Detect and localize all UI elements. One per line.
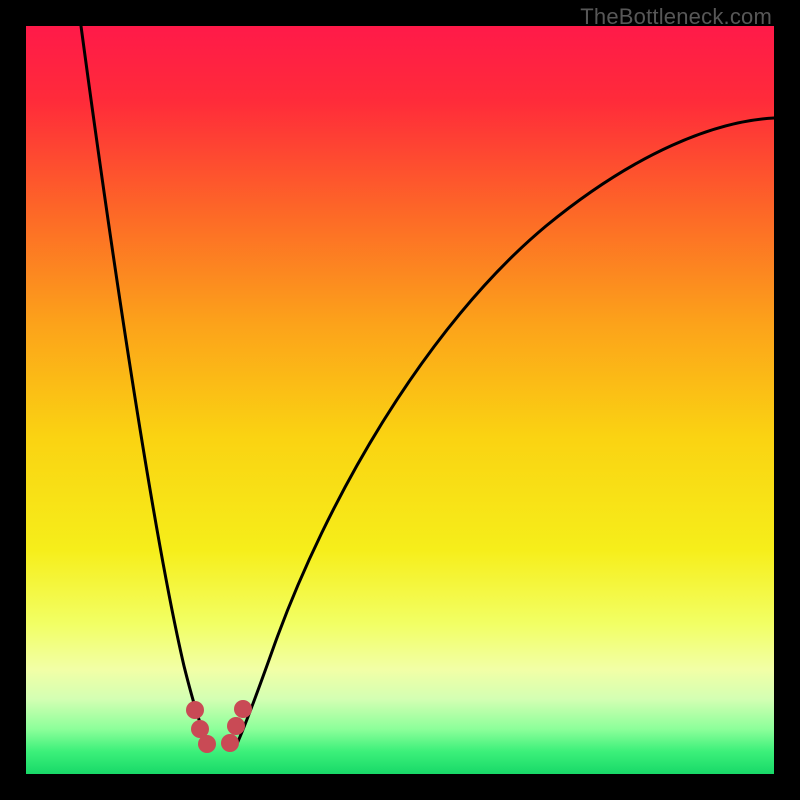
chart-area <box>26 26 774 774</box>
marker-dot <box>234 700 252 718</box>
chart-svg <box>26 26 774 774</box>
watermark-text: TheBottleneck.com <box>580 4 772 30</box>
marker-dot <box>186 701 204 719</box>
gradient-background <box>26 26 774 774</box>
marker-dot <box>221 734 239 752</box>
marker-dot <box>198 735 216 753</box>
marker-dot <box>227 717 245 735</box>
